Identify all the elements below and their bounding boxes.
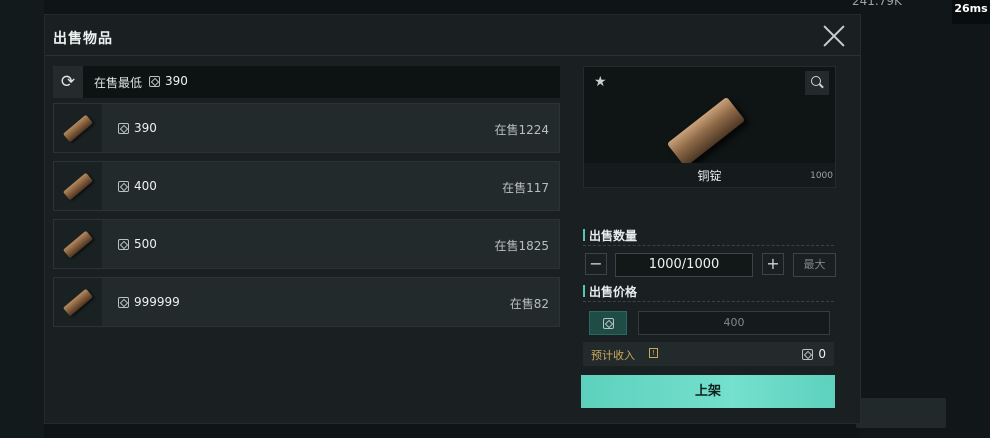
copper-ingot-thumbnail	[54, 220, 102, 268]
currency-icon	[118, 238, 129, 250]
copper-ingot-icon	[62, 114, 94, 142]
expected-income-value: 0	[802, 347, 826, 361]
listing-row[interactable]: 500 在售1825	[53, 219, 560, 269]
listing-price: 999999	[118, 295, 180, 309]
currency-icon	[118, 296, 129, 308]
sell-item-dialog: 出售物品 ⟳ 在售最低 390 390 在售1224 400 在售117 500…	[44, 14, 861, 424]
item-preview: ★ 铜锭 1000	[583, 66, 836, 188]
currency-select-button[interactable]	[589, 311, 627, 335]
currency-icon	[802, 348, 814, 360]
quantity-divider	[583, 245, 834, 246]
info-icon[interactable]: !	[649, 348, 658, 358]
listing-price-value: 400	[134, 179, 157, 193]
listing-row[interactable]: 390 在售1224	[53, 103, 560, 153]
listing-stock: 在售1825	[494, 239, 549, 253]
listing-price-value: 500	[134, 237, 157, 251]
ping-indicator: 26ms	[952, 0, 990, 24]
listing-stock: 在售1224	[494, 123, 549, 137]
search-icon[interactable]	[805, 71, 829, 95]
title-divider	[45, 55, 860, 56]
max-quantity-button[interactable]: 最大	[793, 253, 836, 277]
copper-ingot-icon	[62, 230, 94, 258]
close-icon[interactable]	[821, 23, 847, 49]
listing-stock: 在售117	[502, 181, 549, 195]
sell-quantity-label: 出售数量	[583, 227, 637, 244]
listing-price: 390	[118, 121, 157, 135]
background-left-panel	[0, 0, 44, 438]
copper-ingot-image	[666, 96, 746, 168]
listing-price-value: 999999	[134, 295, 180, 309]
lowest-price-bar: ⟳ 在售最低 390	[53, 66, 560, 98]
lowest-price-label: 在售最低	[94, 76, 143, 90]
background-right-panel	[860, 0, 990, 438]
dialog-title: 出售物品	[53, 31, 113, 47]
listing-row[interactable]: 999999 在售82	[53, 277, 560, 327]
search-handle	[819, 83, 824, 89]
copper-ingot-thumbnail	[54, 162, 102, 210]
item-count: 1000	[810, 171, 833, 181]
listing-row[interactable]: 400 在售117	[53, 161, 560, 211]
item-name: 铜锭	[697, 169, 722, 183]
quantity-input[interactable]: 1000/1000	[615, 253, 753, 277]
list-for-sale-button[interactable]: 上架	[581, 375, 835, 408]
refresh-icon[interactable]: ⟳	[53, 66, 83, 98]
price-input[interactable]: 400	[638, 311, 830, 335]
currency-icon	[149, 75, 160, 87]
copper-ingot-icon	[62, 288, 94, 316]
listing-price: 400	[118, 179, 157, 193]
copper-ingot-thumbnail	[54, 104, 102, 152]
lowest-price-value: 390	[149, 74, 188, 88]
price-divider	[583, 301, 834, 302]
decrease-quantity-button[interactable]: −	[585, 253, 607, 275]
listing-price: 500	[118, 237, 157, 251]
increase-quantity-button[interactable]: +	[762, 253, 784, 275]
currency-icon	[118, 180, 129, 192]
copper-ingot-thumbnail	[54, 278, 102, 326]
copper-ingot-icon	[62, 172, 94, 200]
expected-income-label: 预计收入	[591, 349, 635, 362]
listing-stock: 在售82	[509, 297, 549, 311]
background-button	[856, 398, 946, 428]
sell-price-label: 出售价格	[583, 283, 637, 300]
star-icon[interactable]: ★	[594, 74, 607, 90]
currency-icon	[118, 122, 129, 134]
currency-icon	[602, 317, 614, 329]
top-stat-value: 241.79K	[852, 0, 902, 8]
lowest-price-number: 390	[165, 74, 188, 88]
expected-income-number: 0	[818, 347, 826, 361]
listing-price-value: 390	[134, 121, 157, 135]
expected-income-bar: 预计收入 ! 0	[583, 342, 834, 366]
